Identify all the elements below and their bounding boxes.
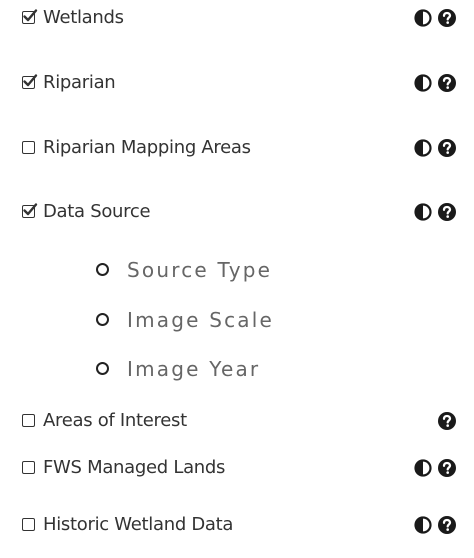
option-label[interactable]: Source Type (127, 257, 272, 283)
layer-row-data-source: Data Source (0, 194, 474, 240)
square-o-icon[interactable] (22, 141, 35, 154)
check-square-o-icon[interactable] (22, 9, 38, 24)
adjust-icon[interactable] (413, 138, 433, 158)
option-label[interactable]: Image Scale (127, 307, 274, 333)
question-circle-icon[interactable] (437, 411, 457, 431)
question-circle-icon[interactable] (437, 458, 457, 478)
option-label[interactable]: Image Year (127, 356, 260, 382)
layer-label[interactable]: Data Source (43, 200, 151, 224)
data-source-option-image-year[interactable]: Image Year (0, 352, 474, 392)
layer-label[interactable]: Wetlands (43, 6, 124, 30)
layer-label[interactable]: FWS Managed Lands (43, 456, 225, 480)
layer-row-fws-managed-lands: FWS Managed Lands (0, 450, 474, 496)
square-o-icon[interactable] (22, 414, 35, 427)
check-square-o-icon[interactable] (22, 74, 38, 89)
layer-label[interactable]: Areas of Interest (43, 409, 187, 433)
adjust-icon[interactable] (413, 515, 433, 535)
adjust-icon[interactable] (413, 8, 433, 28)
square-o-icon[interactable] (22, 461, 35, 474)
layer-label[interactable]: Riparian Mapping Areas (43, 136, 251, 160)
data-source-option-source-type[interactable]: Source Type (0, 253, 474, 293)
question-circle-icon[interactable] (437, 8, 457, 28)
circle-o-icon[interactable] (96, 362, 109, 375)
layer-row-riparian: Riparian (0, 65, 474, 111)
circle-o-icon[interactable] (96, 313, 109, 326)
question-circle-icon[interactable] (437, 138, 457, 158)
layer-label[interactable]: Historic Wetland Data (43, 513, 233, 537)
adjust-icon[interactable] (413, 73, 433, 93)
question-circle-icon[interactable] (437, 202, 457, 222)
question-circle-icon[interactable] (437, 73, 457, 93)
check-square-o-icon[interactable] (22, 203, 38, 218)
circle-o-icon[interactable] (96, 263, 109, 276)
layer-row-areas-of-interest: Areas of Interest (0, 403, 474, 449)
square-o-icon[interactable] (22, 518, 35, 531)
layer-row-historic-wetland-data: Historic Wetland Data (0, 507, 474, 553)
question-circle-icon[interactable] (437, 515, 457, 535)
layer-row-riparian-mapping-areas: Riparian Mapping Areas (0, 130, 474, 176)
layer-label[interactable]: Riparian (43, 71, 116, 95)
adjust-icon[interactable] (413, 202, 433, 222)
layer-row-wetlands: Wetlands (0, 0, 474, 46)
adjust-icon[interactable] (413, 458, 433, 478)
data-source-option-image-scale[interactable]: Image Scale (0, 303, 474, 343)
